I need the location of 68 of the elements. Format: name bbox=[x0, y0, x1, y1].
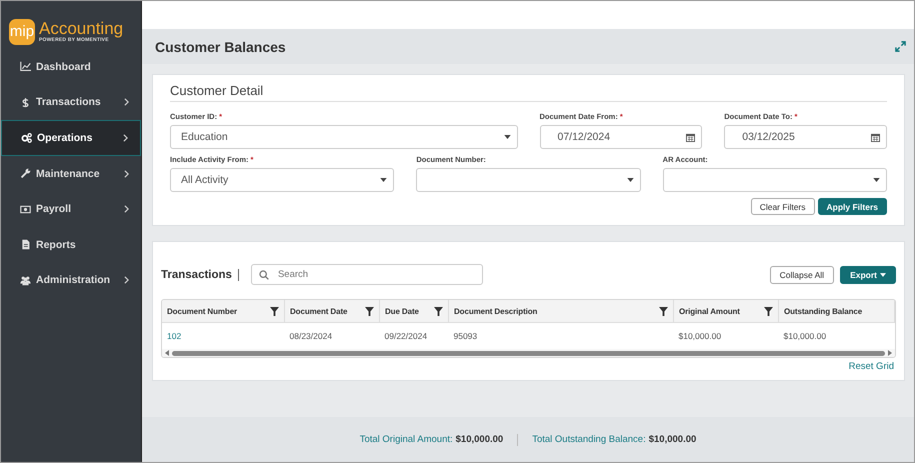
apply-filters-button[interactable]: Apply Filters bbox=[818, 198, 887, 215]
filter-icon bbox=[434, 306, 443, 316]
section-title: Transactions bbox=[161, 268, 232, 280]
search-field[interactable]: Search bbox=[250, 264, 483, 285]
banknote-icon bbox=[20, 204, 31, 215]
scroll-left-icon bbox=[165, 350, 169, 356]
nav-item[interactable]: Operations bbox=[1, 120, 141, 156]
export-button[interactable]: Export bbox=[840, 266, 896, 284]
dollar-icon bbox=[20, 96, 31, 108]
wrench-icon bbox=[20, 168, 31, 180]
clear-filters-button[interactable]: Clear Filters bbox=[750, 198, 815, 215]
section-title: Customer Detail bbox=[170, 83, 887, 102]
total-label: Total Outstanding Balance: bbox=[532, 434, 646, 445]
page-title: Customer Balances bbox=[155, 38, 286, 54]
column-header-cell: Due Date bbox=[380, 300, 448, 322]
line-chart-icon bbox=[20, 61, 31, 72]
calendar-icon bbox=[871, 132, 880, 142]
logo-name: Accounting bbox=[39, 20, 124, 37]
caret-down-icon bbox=[626, 178, 634, 182]
column-header-cell: Outstanding Balance bbox=[778, 300, 894, 322]
filter-icon bbox=[764, 306, 773, 316]
column-header-cell: Original Amount bbox=[674, 300, 778, 322]
table-cell: $10,000.00 bbox=[784, 331, 826, 341]
select-field[interactable]: Education bbox=[170, 125, 518, 149]
users-icon bbox=[20, 274, 31, 286]
chevron-right-icon bbox=[123, 134, 128, 142]
select-field[interactable] bbox=[662, 168, 887, 192]
select-field[interactable] bbox=[416, 168, 641, 192]
caret-down-icon bbox=[880, 272, 886, 276]
nav-item[interactable]: Administration bbox=[1, 262, 141, 298]
total-label: Total Original Amount: bbox=[360, 434, 453, 445]
filter-icon bbox=[659, 306, 668, 316]
caret-down-icon bbox=[380, 178, 388, 182]
nav-item[interactable]: Dashboard bbox=[1, 49, 141, 85]
caret-down-icon bbox=[872, 178, 880, 182]
column-header-cell: Document Date bbox=[284, 300, 380, 322]
document-link[interactable]: 102 bbox=[167, 331, 182, 341]
column-header-cell: Document Description bbox=[448, 300, 674, 322]
nav-item[interactable]: Reports bbox=[1, 226, 141, 263]
table-cell: 09/22/2024 bbox=[384, 331, 428, 341]
select-field[interactable]: All Activity bbox=[170, 168, 394, 192]
nav-item[interactable]: Transactions bbox=[1, 84, 141, 120]
nav-item[interactable]: Payroll bbox=[1, 191, 141, 227]
chevron-right-icon bbox=[124, 98, 129, 106]
chevron-right-icon bbox=[124, 205, 129, 214]
filter-icon bbox=[270, 306, 279, 316]
filter-icon bbox=[365, 306, 374, 316]
reset-grid-link[interactable]: Reset Grid bbox=[848, 361, 894, 372]
table-cell: 95093 bbox=[454, 331, 478, 341]
total-value: $10,000.00 bbox=[456, 434, 504, 445]
nav-item[interactable]: Maintenance bbox=[1, 156, 141, 192]
date-field[interactable]: 07/12/2024 bbox=[540, 125, 702, 149]
gears-icon bbox=[21, 132, 32, 144]
chevron-right-icon bbox=[124, 170, 129, 178]
caret-down-icon bbox=[504, 135, 510, 139]
chevron-right-icon bbox=[124, 276, 129, 284]
expand-icon bbox=[895, 41, 906, 52]
calendar-icon bbox=[686, 132, 696, 142]
table-cell: 08/23/2024 bbox=[290, 331, 332, 341]
collapse-all-button[interactable]: Collapse All bbox=[770, 266, 834, 284]
document-icon bbox=[20, 239, 31, 250]
total-value: $10,000.00 bbox=[648, 434, 696, 445]
date-field[interactable]: 03/12/2025 bbox=[724, 125, 887, 149]
table-cell: $10,000.00 bbox=[678, 331, 722, 341]
column-header-cell: Document Number bbox=[162, 300, 284, 322]
scroll-right-icon bbox=[888, 350, 892, 356]
logo-badge: mip bbox=[9, 18, 35, 44]
horizontal-scrollbar[interactable] bbox=[162, 349, 895, 357]
